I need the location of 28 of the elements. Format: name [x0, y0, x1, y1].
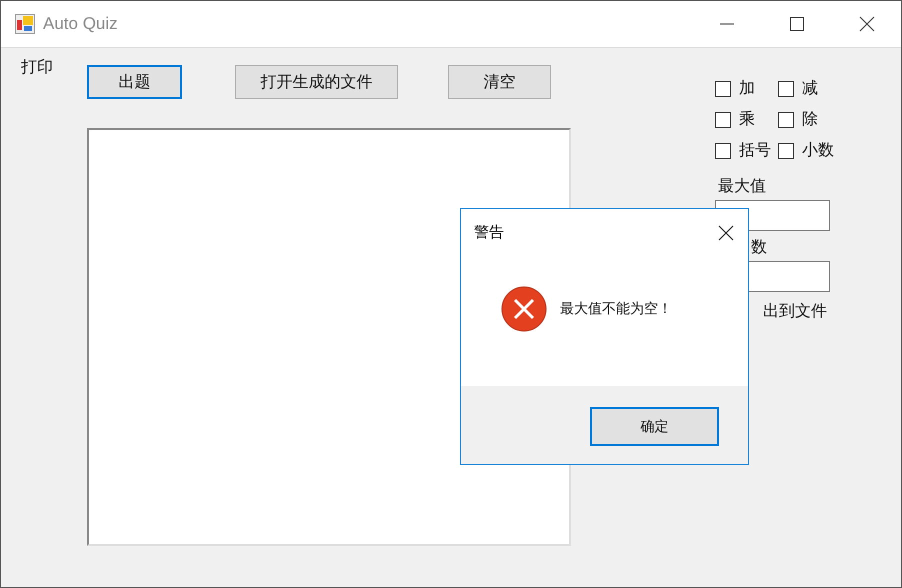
app-icon	[15, 14, 35, 34]
checkbox[interactable]	[715, 80, 731, 96]
checkbox-label: 除	[802, 109, 818, 130]
form-button[interactable]: 打开生成的文件	[235, 65, 398, 99]
close-icon[interactable]	[859, 16, 875, 32]
form-button[interactable]: 出题	[87, 65, 182, 99]
checkbox[interactable]	[778, 142, 794, 158]
window-title: Auto Quiz	[43, 14, 118, 34]
close-icon[interactable]	[718, 224, 734, 240]
output-option-label: 出到文件	[763, 301, 828, 322]
field-label: 数	[751, 237, 767, 258]
checkbox-label: 括号	[739, 140, 771, 161]
dialog-title: 警告	[474, 223, 504, 242]
error-message: 最大值不能为空！	[560, 300, 672, 318]
menu-item[interactable]: 打印	[21, 57, 53, 76]
checkbox[interactable]	[715, 112, 731, 128]
checkbox-label: 减	[802, 78, 818, 99]
error-icon	[501, 286, 547, 332]
checkbox[interactable]	[778, 112, 794, 128]
checkbox[interactable]	[715, 142, 731, 158]
form-button[interactable]: 清空	[448, 65, 551, 99]
checkbox[interactable]	[778, 80, 794, 96]
checkbox-label: 乘	[739, 109, 755, 130]
checkbox-label: 小数	[802, 140, 834, 161]
ok-button[interactable]: 确定	[590, 407, 719, 446]
checkbox-label: 加	[739, 78, 755, 99]
field-label: 最大值	[718, 176, 766, 197]
maximize-icon[interactable]	[789, 16, 805, 32]
